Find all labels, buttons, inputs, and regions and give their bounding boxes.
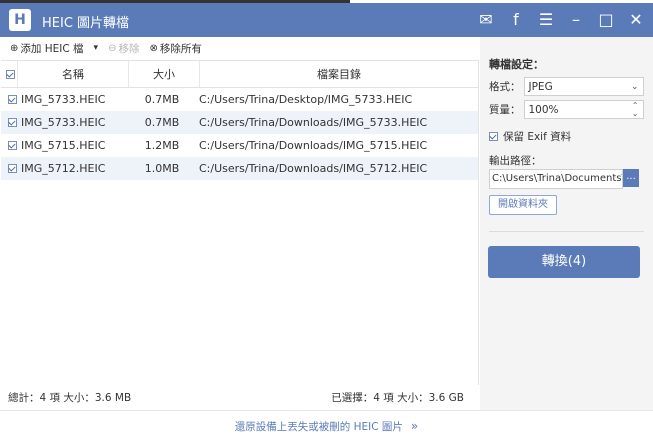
add-circle-icon: ⊕	[10, 42, 19, 54]
stepper-arrows-icon[interactable]: ⌃ ⌄	[632, 101, 639, 118]
chevron-down-icon[interactable]: ▾	[94, 43, 99, 53]
chevron-down-icon: ⌄	[630, 81, 639, 92]
column-header-name[interactable]: 名稱	[18, 61, 129, 87]
select-all-checkbox[interactable]	[1, 61, 18, 87]
row-checkbox[interactable]	[8, 141, 17, 150]
exif-label: 保留 Exif 資料	[503, 131, 572, 143]
remove-label: 移除	[118, 42, 140, 55]
total-summary: 總計：4 項 大小：3.6 MB	[8, 391, 132, 404]
remove-all-icon: ⊗	[149, 42, 158, 54]
message-icon[interactable]: ✉	[477, 9, 495, 31]
file-size: 0.7MB	[144, 93, 180, 106]
remove-circle-icon: ⊖	[108, 42, 117, 54]
status-bar: 總計：4 項 大小：3.6 MB 已選擇：4 項 大小：3.6 GB	[1, 388, 471, 406]
file-path: C:/Users/Trina/Downloads/IMG_5712.HEIC	[199, 162, 428, 175]
convert-button[interactable]: 轉換(4)	[488, 246, 640, 278]
app-title: HEIC 圖片轉檔	[42, 16, 130, 31]
double-chevron-right-icon[interactable]: »	[411, 419, 418, 433]
file-size: 0.7MB	[144, 116, 180, 129]
quality-stepper[interactable]: 100% ⌃ ⌄	[523, 100, 644, 119]
row-checkbox[interactable]	[8, 164, 17, 173]
remove-all-label: 移除所有	[159, 42, 202, 55]
minimize-icon[interactable]: –	[567, 9, 585, 31]
menu-icon[interactable]: ☰	[537, 9, 555, 31]
table-row[interactable]: IMG_5712.HEIC 1.0MB C:/Users/Trina/Downl…	[1, 157, 478, 180]
settings-panel: 轉檔設定： 格式： JPEG ⌄ 質量： 100% ⌃ ⌄ 保留 Exif 資料 …	[480, 37, 653, 410]
browse-button[interactable]: ...	[623, 169, 639, 187]
recover-link-bar: 還原設備上丟失或被刪的 HEIC 圖片 »	[0, 410, 653, 441]
exif-option[interactable]: 保留 Exif 資料	[489, 129, 571, 144]
table-row[interactable]: IMG_5733.HEIC 0.7MB C:/Users/Trina/Deskt…	[1, 88, 478, 111]
table-row[interactable]: IMG_5733.HEIC 0.7MB C:/Users/Trina/Downl…	[1, 111, 478, 134]
format-value: JPEG	[528, 80, 553, 93]
file-list: 名稱 大小 檔案目錄 IMG_5733.HEIC 0.7MB C:/Users/…	[1, 60, 479, 385]
window-controls: ✉ f ☰ – □ ✕	[477, 9, 645, 31]
format-select[interactable]: JPEG ⌄	[523, 77, 644, 96]
quality-label: 質量：	[489, 104, 521, 116]
file-name: IMG_5715.HEIC	[21, 139, 106, 152]
column-header-size[interactable]: 大小	[129, 61, 200, 87]
output-path-label: 輸出路徑：	[489, 155, 542, 167]
remove-button[interactable]: ⊖ 移除	[108, 41, 139, 56]
format-row: 格式： JPEG ⌄	[489, 77, 644, 96]
add-heic-label: 添加 HEIC 檔	[20, 42, 84, 55]
format-label: 格式：	[489, 81, 521, 93]
close-icon[interactable]: ✕	[627, 9, 645, 31]
file-name: IMG_5733.HEIC	[21, 93, 106, 106]
facebook-icon[interactable]: f	[507, 9, 525, 31]
file-toolbar: ⊕ 添加 HEIC 檔 ▾ ⊖ 移除 ⊗ 移除所有	[0, 37, 478, 59]
file-name: IMG_5712.HEIC	[21, 162, 106, 175]
open-folder-button[interactable]: 開啟資料夾	[489, 195, 557, 215]
settings-title: 轉檔設定：	[489, 58, 544, 71]
column-header-path[interactable]: 檔案目錄	[200, 61, 478, 87]
file-size: 1.0MB	[144, 162, 180, 175]
file-path: C:/Users/Trina/Desktop/IMG_5733.HEIC	[199, 93, 413, 106]
title-bar: H HEIC 圖片轉檔 ✉ f ☰ – □ ✕	[0, 3, 653, 37]
quality-value: 100%	[528, 103, 559, 116]
remove-all-button[interactable]: ⊗ 移除所有	[149, 41, 201, 56]
file-name: IMG_5733.HEIC	[21, 116, 106, 129]
file-path: C:/Users/Trina/Downloads/IMG_5733.HEIC	[199, 116, 428, 129]
divider	[489, 231, 644, 232]
recover-link[interactable]: 還原設備上丟失或被刪的 HEIC 圖片	[235, 419, 403, 434]
output-path-field[interactable]: C:\Users\Trina\Documents\	[489, 169, 623, 189]
add-heic-button[interactable]: ⊕ 添加 HEIC 檔 ▾	[10, 41, 98, 56]
exif-checkbox[interactable]	[489, 132, 498, 141]
quality-row: 質量： 100% ⌃ ⌄	[489, 100, 644, 119]
app-logo-icon: H	[9, 9, 31, 31]
file-path: C:/Users/Trina/Downloads/IMG_5715.HEIC	[199, 139, 428, 152]
maximize-icon[interactable]: □	[597, 9, 615, 31]
file-size: 1.2MB	[144, 139, 180, 152]
selected-summary: 已選擇：4 項 大小：3.6 GB	[331, 391, 464, 404]
table-row[interactable]: IMG_5715.HEIC 1.2MB C:/Users/Trina/Downl…	[1, 134, 478, 157]
table-header: 名稱 大小 檔案目錄	[1, 60, 478, 88]
row-checkbox[interactable]	[8, 118, 17, 127]
row-checkbox[interactable]	[8, 95, 17, 104]
